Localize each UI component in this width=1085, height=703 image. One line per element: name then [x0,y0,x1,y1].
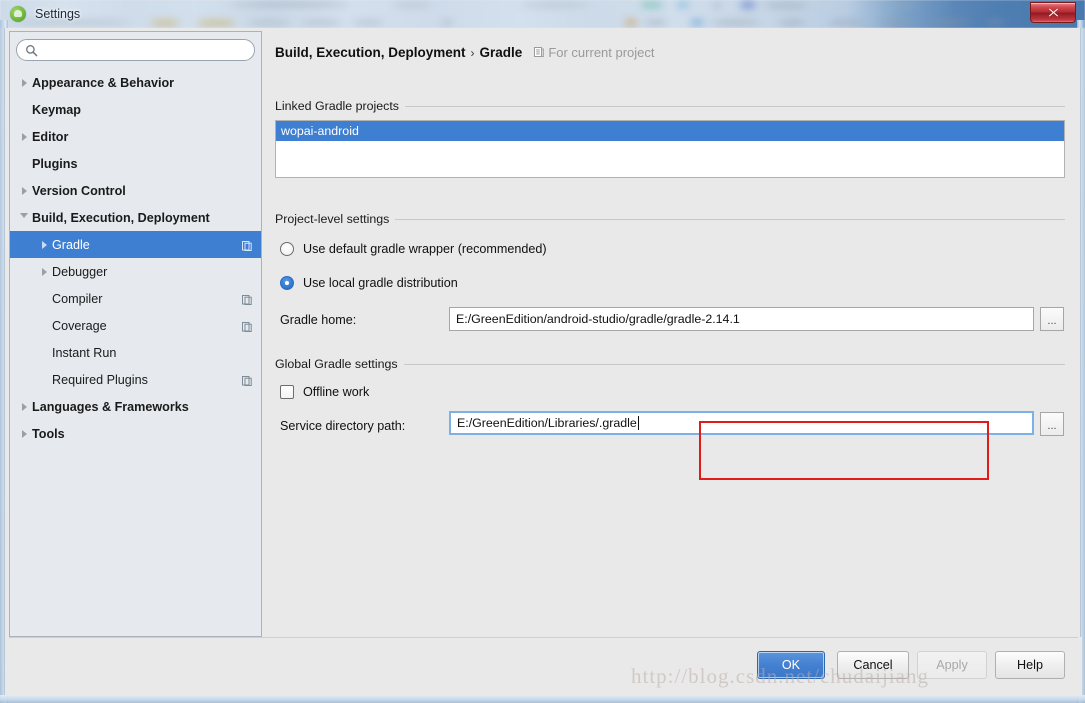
service-directory-value: E:/GreenEdition/Libraries/.gradle [457,416,637,430]
global-settings-group-title: Global Gradle settings [275,357,398,371]
sidebar-item-label: Languages & Frameworks [32,399,189,414]
sidebar-item-compiler[interactable]: Compiler [10,285,261,312]
project-scope-icon [242,294,252,305]
title-bar: Settings [0,0,1085,28]
chevron-right-icon[interactable] [16,78,32,87]
gradle-settings-pane: Build, Execution, Deployment › Gradle Fo… [263,31,1078,637]
group-divider-line [395,218,1065,220]
text-caret [637,416,639,430]
linked-projects-list[interactable]: wopai-android [275,120,1065,178]
window-bottom-border [0,695,1085,703]
service-directory-browse-button[interactable]: ... [1040,412,1064,436]
chevron-right-icon[interactable] [16,402,32,411]
sidebar-item-label: Compiler [52,291,103,306]
radio-label: Use default gradle wrapper (recommended) [303,242,547,256]
sidebar-item-label: Debugger [52,264,108,279]
group-divider-line [403,363,1065,365]
sidebar-item-label: Tools [32,426,65,441]
linked-projects-group-title: Linked Gradle projects [275,99,399,113]
linked-project-item[interactable]: wopai-android [276,121,1064,141]
sidebar-item-gradle[interactable]: Gradle [10,231,261,258]
project-level-group-header: Project-level settings [275,212,1065,226]
breadcrumb-parent: Build, Execution, Deployment [275,45,466,60]
sidebar-item-tools[interactable]: Tools [10,420,261,447]
radio-use-local-gradle-distribution[interactable]: Use local gradle distribution [280,276,458,290]
sidebar-item-label: Keymap [32,102,81,117]
sidebar-item-appearance-behavior[interactable]: Appearance & Behavior [10,69,261,96]
gradle-home-value: E:/GreenEdition/android-studio/gradle/gr… [456,312,740,326]
sidebar-item-instant-run[interactable]: Instant Run [10,339,261,366]
search-box[interactable] [16,39,255,61]
settings-navigation-pane: Appearance & Behavior Keymap Editor Plugins… [9,31,262,637]
sidebar-item-required-plugins[interactable]: Required Plugins [10,366,261,393]
search-input[interactable] [43,42,246,58]
sidebar-item-label: Version Control [32,183,126,198]
checkbox-label: Offline work [303,385,370,399]
chevron-down-icon[interactable] [16,213,32,222]
radio-indicator [280,242,294,256]
close-icon[interactable] [1030,2,1076,23]
apply-button: Apply [917,651,987,679]
checkbox-indicator [280,385,294,399]
sidebar-item-label: Build, Execution, Deployment [32,210,210,225]
radio-indicator [280,276,294,290]
linked-projects-group-header: Linked Gradle projects [275,99,1065,113]
cancel-button[interactable]: Cancel [837,651,909,679]
settings-tree: Appearance & Behavior Keymap Editor Plugins… [10,69,261,447]
window-title: Settings [35,7,81,21]
sidebar-item-keymap[interactable]: Keymap [10,96,261,123]
breadcrumb-current: Gradle [479,45,523,60]
project-scope-icon [242,240,252,251]
chevron-right-icon[interactable] [36,267,52,276]
chevron-right-icon[interactable] [16,132,32,141]
checkbox-offline-work[interactable]: Offline work [280,385,369,399]
breadcrumb: Build, Execution, Deployment › Gradle Fo… [275,44,655,60]
project-scope-icon [242,321,252,332]
radio-label: Use local gradle distribution [303,276,458,290]
sidebar-item-label: Required Plugins [52,372,148,387]
sidebar-item-version-control[interactable]: Version Control [10,177,261,204]
radio-use-default-gradle-wrapper[interactable]: Use default gradle wrapper (recommended) [280,242,547,256]
sidebar-item-debugger[interactable]: Debugger [10,258,261,285]
breadcrumb-separator: › [470,46,475,60]
service-directory-input[interactable]: E:/GreenEdition/Libraries/.gradle [449,411,1034,435]
sidebar-item-label: Coverage [52,318,107,333]
sidebar-item-label: Instant Run [52,345,117,360]
android-robot-icon [10,6,26,22]
ok-button[interactable]: OK [757,651,825,679]
scope-label: For current project [548,45,655,60]
gradle-home-browse-button[interactable]: ... [1040,307,1064,331]
sidebar-item-coverage[interactable]: Coverage [10,312,261,339]
dialog-button-bar: OK Cancel Apply Help http://blog.csdn.ne… [5,637,1082,695]
sidebar-item-label: Gradle [52,237,90,252]
gradle-home-input[interactable]: E:/GreenEdition/android-studio/gradle/gr… [449,307,1034,331]
project-scope-icon [242,375,252,386]
help-button[interactable]: Help [995,651,1065,679]
sidebar-item-label: Plugins [32,156,78,171]
chevron-right-icon[interactable] [36,240,52,249]
button-bar-divider [9,637,1078,638]
dialog-client-area: Appearance & Behavior Keymap Editor Plugins… [4,28,1082,695]
sidebar-item-languages-frameworks[interactable]: Languages & Frameworks [10,393,261,420]
service-directory-label: Service directory path: [280,419,406,433]
chevron-right-icon[interactable] [16,186,32,195]
search-row [10,32,261,65]
gradle-home-label: Gradle home: [280,313,357,327]
project-level-group-title: Project-level settings [275,212,390,226]
chevron-right-icon[interactable] [16,429,32,438]
sidebar-item-label: Appearance & Behavior [32,75,175,90]
sidebar-item-label: Editor [32,129,69,144]
sidebar-item-editor[interactable]: Editor [10,123,261,150]
sidebar-item-build-execution-deployment[interactable]: Build, Execution, Deployment [10,204,261,231]
settings-window: Settings Appearance & Behavior Keymap Ed… [0,0,1085,703]
global-settings-group-header: Global Gradle settings [275,357,1065,371]
search-icon [25,44,38,57]
module-scope-icon [534,44,545,57]
group-divider-line [404,105,1065,107]
sidebar-item-plugins[interactable]: Plugins [10,150,261,177]
